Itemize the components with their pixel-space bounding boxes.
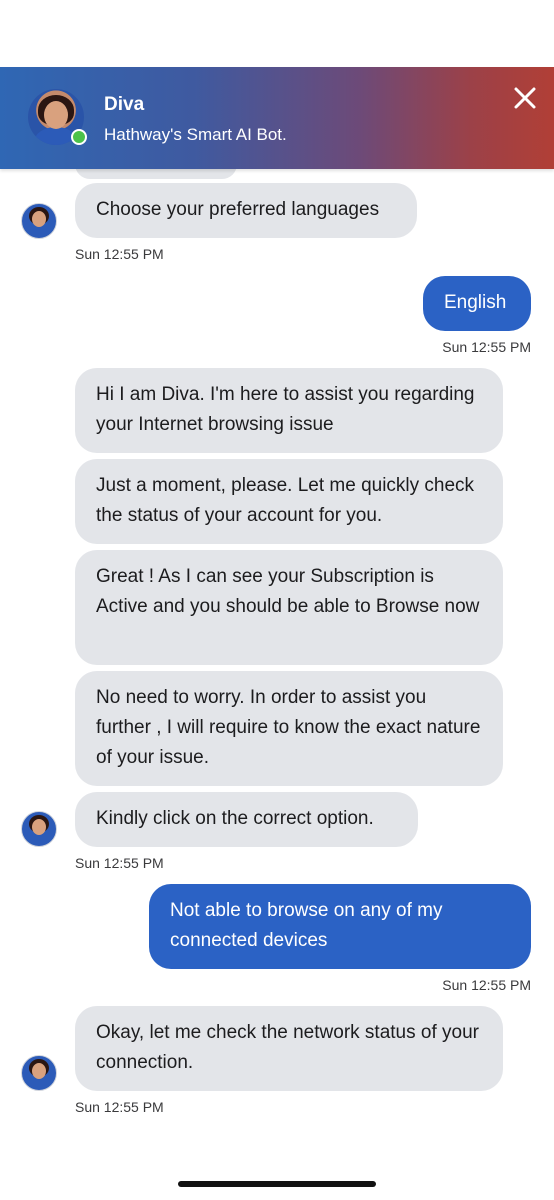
- bot-message-bubble: Hi I am Diva. I'm here to assist you reg…: [75, 368, 503, 453]
- close-button[interactable]: [510, 83, 540, 113]
- bot-message-bubble: Okay, let me check the network status of…: [75, 1006, 503, 1091]
- chat-thread[interactable]: Choose your preferred languages Sun 12:5…: [0, 149, 554, 1200]
- message-text: Not able to browse on any of my connecte…: [170, 900, 443, 951]
- message-text: Hi I am Diva. I'm here to assist you reg…: [96, 384, 475, 435]
- message-timestamp: Sun 12:55 PM: [442, 339, 531, 355]
- message-text: English: [444, 292, 507, 313]
- bot-name: Diva: [104, 94, 145, 115]
- message-text: Choose your preferred languages: [96, 199, 380, 220]
- bot-avatar-small: [21, 811, 57, 847]
- message-timestamp: Sun 12:55 PM: [75, 1099, 164, 1115]
- bot-avatar-small: [21, 203, 57, 239]
- user-message-bubble: Not able to browse on any of my connecte…: [149, 884, 531, 969]
- home-indicator[interactable]: [178, 1181, 376, 1187]
- message-timestamp: Sun 12:55 PM: [75, 855, 164, 871]
- bot-message-bubble: Great ! As I can see your Subscription i…: [75, 550, 503, 665]
- bot-message-bubble: Just a moment, please. Let me quickly ch…: [75, 459, 503, 544]
- message-timestamp: Sun 12:55 PM: [75, 246, 164, 262]
- bot-message-bubble: No need to worry. In order to assist you…: [75, 671, 503, 786]
- online-status-icon: [71, 129, 87, 145]
- message-text: Just a moment, please. Let me quickly ch…: [96, 475, 475, 526]
- message-text: No need to worry. In order to assist you…: [96, 687, 481, 768]
- message-text: Kindly click on the correct option.: [96, 808, 374, 829]
- close-icon: [514, 87, 536, 109]
- status-bar: [0, 0, 554, 67]
- user-message-bubble: English: [423, 276, 531, 331]
- message-text: Okay, let me check the network status of…: [96, 1022, 479, 1073]
- message-timestamp: Sun 12:55 PM: [442, 977, 531, 993]
- bot-subtitle: Hathway's Smart AI Bot.: [104, 125, 287, 144]
- bot-message-bubble: Kindly click on the correct option.: [75, 792, 418, 847]
- chat-header: Diva Hathway's Smart AI Bot.: [0, 67, 554, 169]
- message-text: Great ! As I can see your Subscription i…: [96, 566, 480, 617]
- bot-message-bubble: Choose your preferred languages: [75, 183, 417, 238]
- bot-avatar-small: [21, 1055, 57, 1091]
